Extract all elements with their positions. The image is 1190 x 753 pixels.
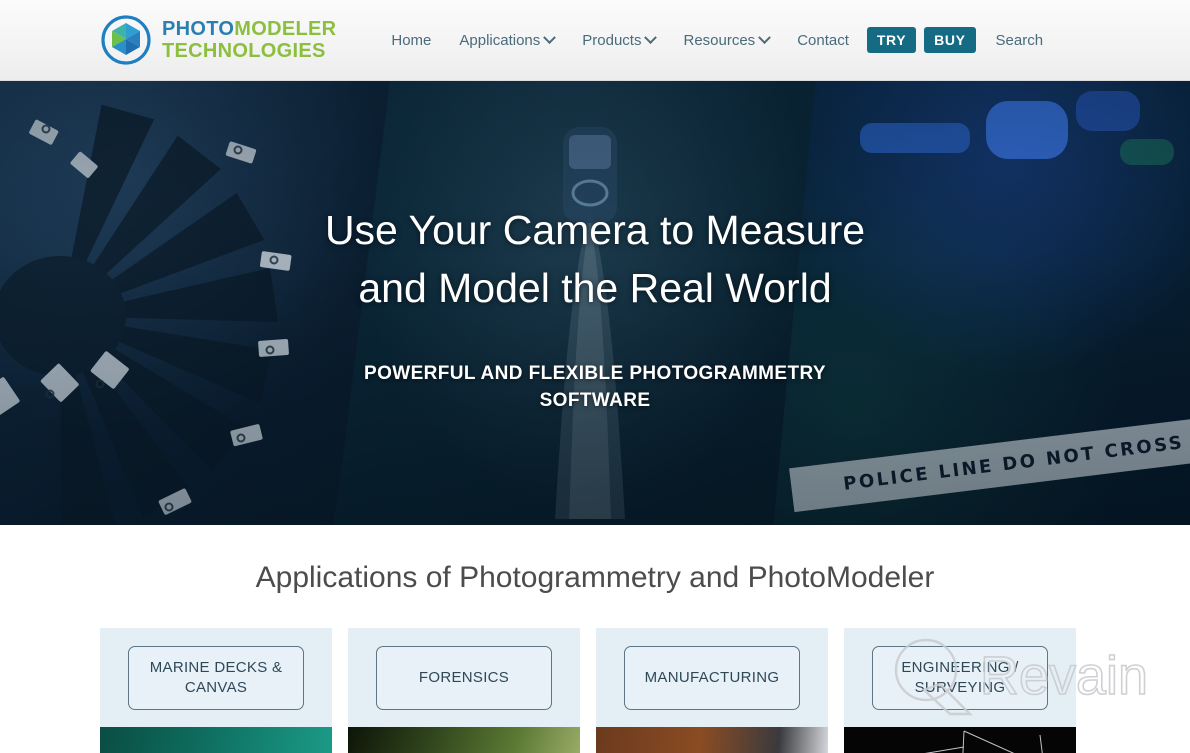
applications-card-grid: MARINE DECKS & CANVAS FORENSICS MANUFACT… [100, 628, 1090, 753]
nav-item-applications[interactable]: Applications [445, 26, 568, 55]
hero-subtitle-line-1: POWERFUL AND FLEXIBLE PHOTOGRAMMETRY [364, 363, 826, 385]
hero-banner: POLICE LINE DO NOT CROSS Use Your Camera… [0, 81, 1190, 525]
application-card-manufacturing[interactable]: MANUFACTURING [596, 628, 828, 753]
buy-button[interactable]: BUY [924, 27, 976, 53]
nav-item-products[interactable]: Products [568, 26, 669, 55]
main-navigation: Home Applications Products Resources Con… [377, 26, 1057, 55]
application-card-photo [348, 727, 580, 753]
hero-content: Use Your Camera to Measure and Model the… [0, 201, 1190, 415]
application-card-photo [100, 727, 332, 753]
brand-word-photo: PHOTO [162, 18, 235, 40]
application-card-engineering-surveying[interactable]: ENGINEERING / SURVEYING [844, 628, 1076, 753]
applications-heading: Applications of Photogrammetry and Photo… [255, 561, 935, 594]
application-card-forensics[interactable]: FORENSICS [348, 628, 580, 753]
search-link[interactable]: Search [980, 26, 1058, 55]
brand-word-modeler: MODELER [234, 18, 337, 40]
nav-item-resources-label: Resources [683, 31, 756, 49]
application-card-label: FORENSICS [376, 646, 552, 710]
hero-title: Use Your Camera to Measure and Model the… [120, 201, 1070, 317]
application-card-label: MANUFACTURING [624, 646, 800, 710]
chevron-down-icon [758, 30, 772, 44]
brand-word-technologies: TECHNOLOGIES [162, 40, 326, 62]
application-card-photo [596, 727, 828, 753]
chevron-down-icon [543, 30, 557, 44]
brand-wordmark: PHOTOMODELER TECHNOLOGIES [162, 19, 336, 61]
applications-section: Applications of Photogrammetry and Photo… [0, 525, 1190, 753]
hero-subtitle-line-2: SOFTWARE [539, 390, 651, 412]
nav-item-resources[interactable]: Resources [669, 26, 783, 55]
photomodeler-cube-logo-icon [100, 14, 152, 66]
nav-item-home[interactable]: Home [377, 26, 445, 55]
nav-item-contact[interactable]: Contact [783, 26, 863, 55]
brand-logo-link[interactable]: PHOTOMODELER TECHNOLOGIES [100, 14, 336, 66]
wireframe-model-graphic [924, 730, 1043, 753]
search-link-label: Search [995, 31, 1044, 49]
nav-item-home-label: Home [391, 31, 432, 49]
application-card-marine-decks-canvas[interactable]: MARINE DECKS & CANVAS [100, 628, 332, 753]
application-card-label: MARINE DECKS & CANVAS [128, 646, 304, 710]
nav-item-applications-label: Applications [459, 31, 541, 49]
try-button[interactable]: TRY [866, 27, 917, 53]
hero-title-line-1: Use Your Camera to Measure [324, 207, 866, 253]
site-header: PHOTOMODELER TECHNOLOGIES Home Applicati… [0, 0, 1190, 81]
hero-title-line-2: and Model the Real World [358, 265, 832, 312]
nav-item-products-label: Products [582, 31, 642, 49]
chevron-down-icon [644, 30, 658, 44]
application-card-photo [844, 727, 1076, 753]
application-card-label: ENGINEERING / SURVEYING [872, 646, 1048, 710]
nav-item-contact-label: Contact [797, 31, 849, 49]
hero-subtitle: POWERFUL AND FLEXIBLE PHOTOGRAMMETRY SOF… [120, 361, 1070, 415]
